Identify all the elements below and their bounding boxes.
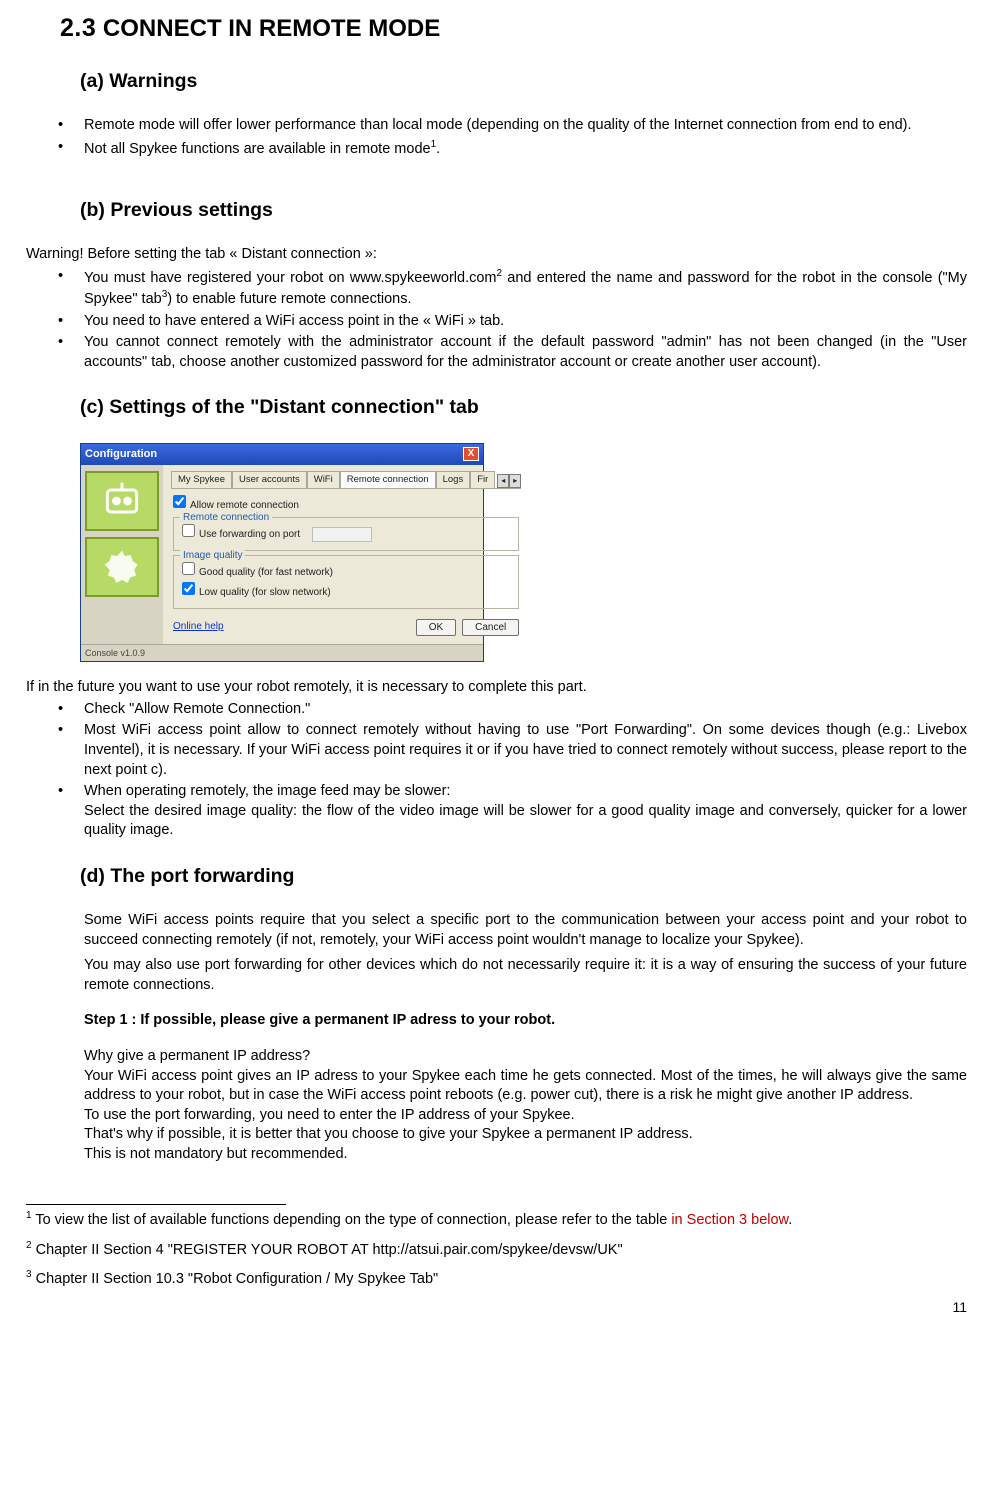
cancel-button[interactable]: Cancel — [462, 619, 519, 637]
use-forwarding-row[interactable]: Use forwarding on port — [182, 529, 372, 540]
bullet-a-1: Remote mode will offer lower performance… — [54, 116, 967, 136]
warning-intro: Warning! Before setting the tab « Distan… — [26, 245, 967, 265]
config-main: My Spykee User accounts WiFi Remote conn… — [163, 465, 529, 645]
config-title: Configuration — [85, 447, 157, 462]
d-step1: Step 1 : If possible, please give a perm… — [84, 1011, 967, 1031]
group-remote-title: Remote connection — [180, 511, 272, 525]
d-para-4: To use the port forwarding, you need to … — [84, 1106, 967, 1126]
bullet-c-1: Check "Allow Remote Connection." — [54, 700, 967, 720]
low-quality-row[interactable]: Low quality (for slow network) — [182, 587, 331, 598]
settings-icon[interactable] — [85, 537, 159, 597]
good-quality-row[interactable]: Good quality (for fast network) — [182, 567, 333, 578]
page-number: 11 — [26, 1298, 967, 1317]
bullets-c: Check "Allow Remote Connection." Most Wi… — [54, 700, 967, 841]
tab-scroll-left-icon[interactable]: ◂ — [497, 474, 509, 488]
footnote-2: 2 Chapter II Section 4 "REGISTER YOUR RO… — [26, 1239, 967, 1260]
subheading-a: (a) Warnings — [80, 68, 967, 94]
d-question: Why give a permanent IP address? — [84, 1047, 967, 1067]
group-remote-connection: Remote connection Use forwarding on port — [173, 517, 519, 551]
config-tabs: My Spykee User accounts WiFi Remote conn… — [171, 471, 521, 490]
bullet-b-2: You need to have entered a WiFi access p… — [54, 312, 967, 332]
bullets-a: Remote mode will offer lower performance… — [54, 116, 967, 159]
c-intro: If in the future you want to use your ro… — [26, 678, 967, 698]
use-forwarding-checkbox[interactable] — [182, 524, 195, 537]
d-para-6: This is not mandatory but recommended. — [84, 1145, 967, 1165]
bullet-b-1: You must have registered your robot on w… — [54, 267, 967, 310]
low-quality-checkbox[interactable] — [182, 582, 195, 595]
config-window: Configuration X My Spykee User accounts … — [80, 443, 484, 663]
bullet-c-3: When operating remotely, the image feed … — [54, 782, 967, 841]
bullet-b-3: You cannot connect remotely with the adm… — [54, 333, 967, 372]
subheading-d: (d) The port forwarding — [80, 863, 967, 889]
allow-remote-checkbox[interactable] — [173, 495, 186, 508]
footnote-1: 1 To view the list of available function… — [26, 1209, 967, 1230]
tab-scroll-right-icon[interactable]: ▸ — [509, 474, 521, 488]
tab-user-accounts[interactable]: User accounts — [232, 471, 307, 489]
section-number: 2.3 — [60, 14, 96, 42]
subheading-c: (c) Settings of the "Distant connection"… — [80, 394, 967, 420]
allow-remote-row[interactable]: Allow remote connection — [173, 500, 299, 511]
online-help-link[interactable]: Online help — [173, 620, 224, 634]
tab-remote-connection[interactable]: Remote connection — [340, 471, 436, 489]
d-para-5: That's why if possible, it is better tha… — [84, 1125, 967, 1145]
footnote-rule — [26, 1204, 286, 1205]
tab-my-spykee[interactable]: My Spykee — [171, 471, 232, 489]
config-titlebar: Configuration X — [81, 444, 483, 465]
port-input[interactable] — [312, 527, 372, 542]
section-title: 2.3 CONNECT IN REMOTE MODE — [60, 12, 967, 46]
bullet-c-2: Most WiFi access point allow to connect … — [54, 721, 967, 780]
bullets-b: You must have registered your robot on w… — [54, 267, 967, 372]
footnotes: 1 To view the list of available function… — [26, 1209, 967, 1289]
tab-firmware[interactable]: Fir — [470, 471, 495, 489]
bullet-a-2: Not all Spykee functions are available i… — [54, 138, 967, 159]
tab-scroll: ◂ ▸ — [497, 474, 521, 488]
group-image-quality: Image quality Good quality (for fast net… — [173, 555, 519, 609]
d-para-3: Your WiFi access point gives an IP adres… — [84, 1067, 967, 1106]
good-quality-checkbox[interactable] — [182, 562, 195, 575]
close-icon[interactable]: X — [463, 447, 479, 461]
subheading-b: (b) Previous settings — [80, 197, 967, 223]
config-footer: Console v1.0.9 — [81, 644, 483, 661]
tab-wifi[interactable]: WiFi — [307, 471, 340, 489]
d-para-1: Some WiFi access points require that you… — [84, 911, 967, 950]
tab-logs[interactable]: Logs — [436, 471, 471, 489]
section-text: CONNECT IN REMOTE MODE — [96, 15, 440, 42]
group-image-title: Image quality — [180, 549, 245, 563]
config-sidebar — [81, 465, 163, 645]
d-para-2: You may also use port forwarding for oth… — [84, 956, 967, 995]
ok-button[interactable]: OK — [416, 619, 456, 637]
footnote-3: 3 Chapter II Section 10.3 "Robot Configu… — [26, 1268, 967, 1289]
robot-icon[interactable] — [85, 471, 159, 531]
